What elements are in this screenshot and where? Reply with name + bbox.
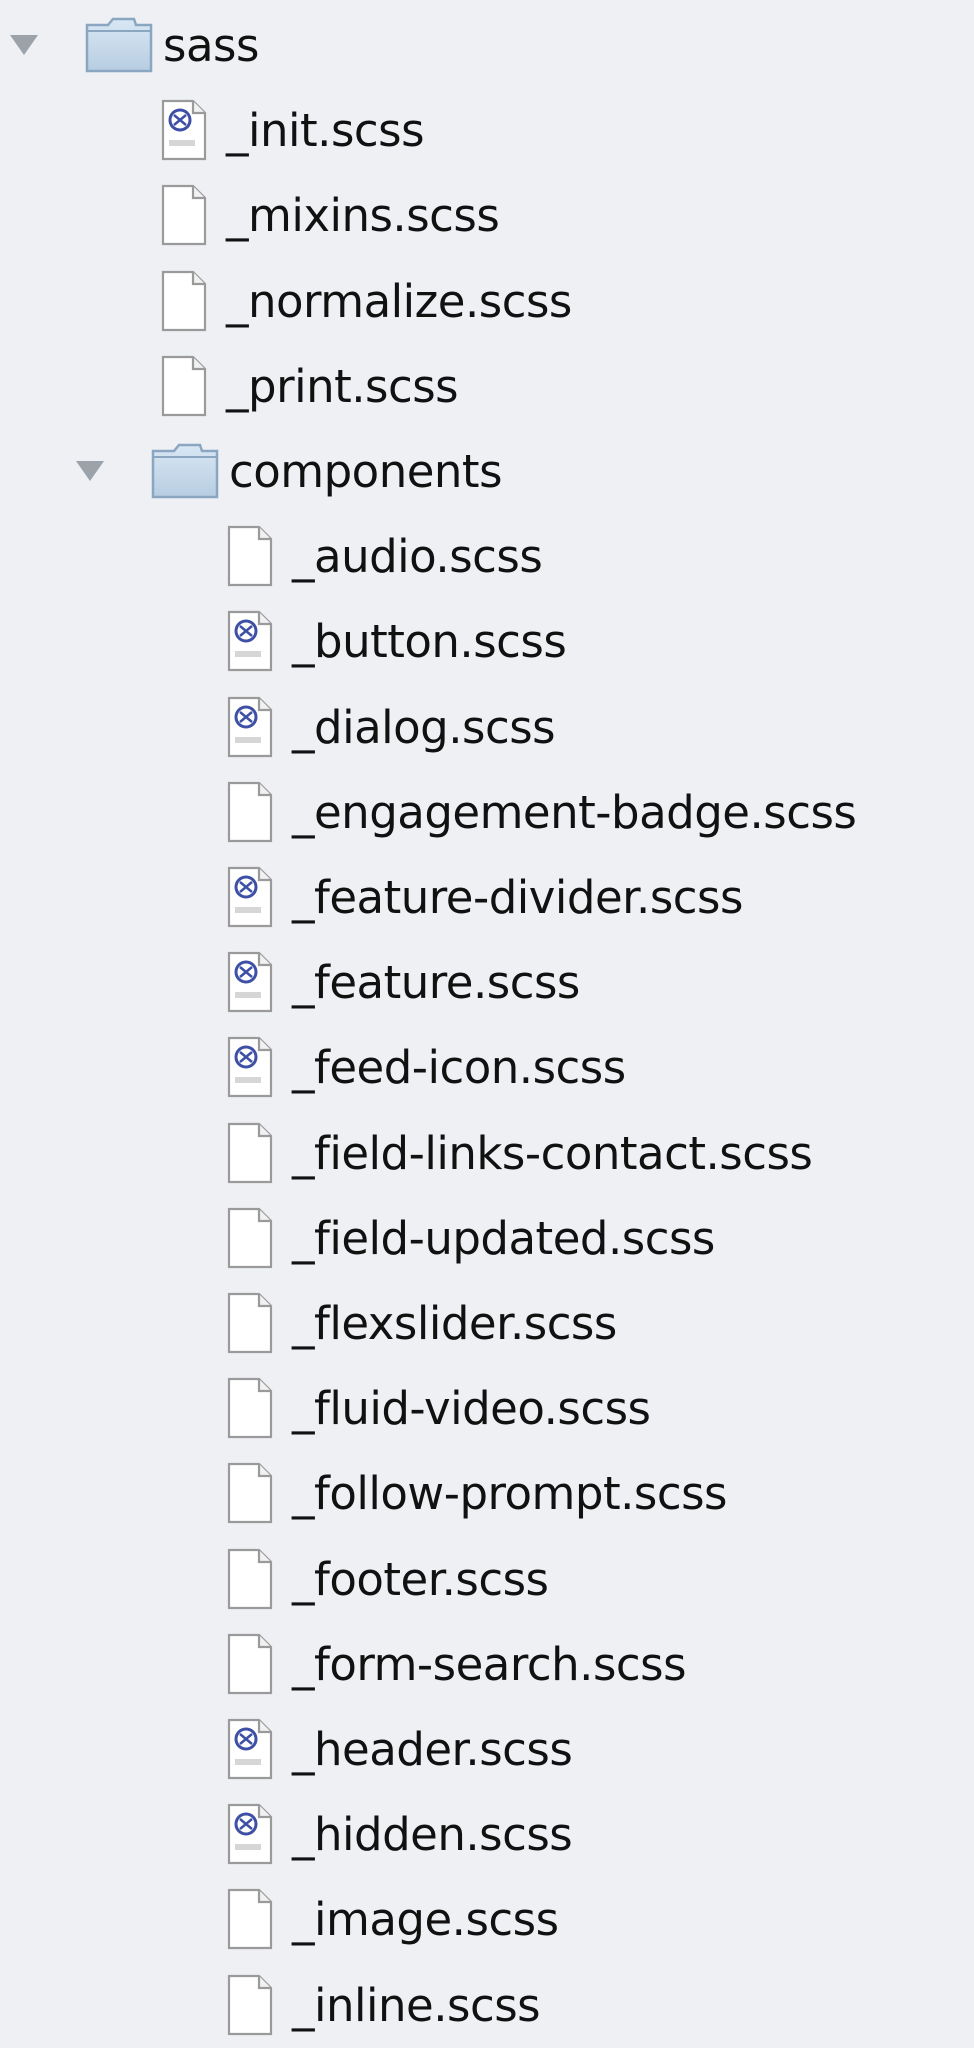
- file-name: _field-links-contact.scss: [292, 1126, 813, 1180]
- blank-file-icon: [226, 1887, 274, 1951]
- blank-file-icon: [226, 1632, 274, 1696]
- folder-icon: [150, 441, 220, 501]
- disclosure-triangle-icon[interactable]: [10, 35, 38, 55]
- file-name: _feed-icon.scss: [292, 1041, 626, 1095]
- blank-file-icon: [226, 1461, 274, 1525]
- tree-file-row[interactable]: _feed-icon.scss: [0, 1025, 974, 1110]
- sass-file-icon: [226, 865, 274, 929]
- folder-icon: [84, 15, 154, 75]
- tree-file-row[interactable]: _button.scss: [0, 599, 974, 684]
- file-name: _init.scss: [226, 104, 425, 158]
- blank-file-icon: [226, 1206, 274, 1270]
- file-name: _button.scss: [292, 615, 567, 669]
- blank-file-icon: [226, 524, 274, 588]
- file-tree: sass _init.scss _mixins.scss _normalize.…: [0, 0, 974, 2035]
- file-name: _hidden.scss: [292, 1808, 573, 1862]
- tree-file-row[interactable]: _feature.scss: [0, 940, 974, 1025]
- disclosure-triangle-icon[interactable]: [76, 461, 104, 481]
- tree-file-row[interactable]: _audio.scss: [0, 514, 974, 599]
- tree-file-row[interactable]: _engagement-badge.scss: [0, 770, 974, 855]
- tree-file-row[interactable]: _form-search.scss: [0, 1622, 974, 1707]
- sass-file-icon: [226, 695, 274, 759]
- blank-file-icon: [226, 780, 274, 844]
- tree-file-row[interactable]: _mixins.scss: [0, 173, 974, 258]
- folder-name: sass: [163, 19, 259, 72]
- file-name: _follow-prompt.scss: [292, 1467, 728, 1521]
- tree-file-row[interactable]: _footer.scss: [0, 1537, 974, 1622]
- blank-file-icon: [160, 183, 208, 247]
- tree-file-row[interactable]: _fluid-video.scss: [0, 1366, 974, 1451]
- file-name: _form-search.scss: [292, 1637, 687, 1691]
- file-name: _footer.scss: [292, 1552, 549, 1606]
- sass-file-icon: [226, 609, 274, 673]
- tree-file-row[interactable]: _print.scss: [0, 344, 974, 429]
- folder-name: components: [229, 445, 503, 498]
- file-name: _header.scss: [292, 1723, 573, 1776]
- tree-file-row[interactable]: _inline.scss: [0, 1963, 974, 2048]
- file-name: _feature.scss: [292, 956, 580, 1010]
- sass-file-icon: [226, 1035, 274, 1099]
- sass-file-icon: [226, 950, 274, 1014]
- tree-file-row[interactable]: _feature-divider.scss: [0, 855, 974, 940]
- blank-file-icon: [160, 354, 208, 418]
- file-name: _print.scss: [226, 359, 459, 413]
- tree-file-row[interactable]: _follow-prompt.scss: [0, 1451, 974, 1536]
- tree-folder-row[interactable]: sass: [0, 3, 974, 88]
- file-name: _normalize.scss: [226, 274, 572, 328]
- tree-file-row[interactable]: _flexslider.scss: [0, 1281, 974, 1366]
- file-name: _mixins.scss: [226, 189, 500, 243]
- tree-file-row[interactable]: _image.scss: [0, 1877, 974, 1962]
- tree-file-row[interactable]: _hidden.scss: [0, 1792, 974, 1877]
- file-name: _dialog.scss: [292, 700, 556, 754]
- file-name: _field-updated.scss: [292, 1211, 715, 1265]
- tree-file-row[interactable]: _field-links-contact.scss: [0, 1111, 974, 1196]
- file-name: _fluid-video.scss: [292, 1382, 651, 1436]
- tree-file-row[interactable]: _field-updated.scss: [0, 1196, 974, 1281]
- blank-file-icon: [226, 1291, 274, 1355]
- tree-file-row[interactable]: _header.scss: [0, 1707, 974, 1792]
- blank-file-icon: [160, 269, 208, 333]
- file-name: _audio.scss: [292, 530, 543, 584]
- file-name: _feature-divider.scss: [292, 871, 743, 924]
- tree-folder-row[interactable]: components: [0, 429, 974, 514]
- tree-file-row[interactable]: _init.scss: [0, 88, 974, 173]
- blank-file-icon: [226, 1376, 274, 1440]
- sass-file-icon: [160, 98, 208, 162]
- file-name: _inline.scss: [292, 1978, 541, 2032]
- sass-file-icon: [226, 1717, 274, 1781]
- blank-file-icon: [226, 1973, 274, 2037]
- blank-file-icon: [226, 1547, 274, 1611]
- tree-file-row[interactable]: _normalize.scss: [0, 259, 974, 344]
- file-name: _engagement-badge.scss: [292, 785, 857, 839]
- file-name: _image.scss: [292, 1893, 559, 1947]
- file-name: _flexslider.scss: [292, 1297, 617, 1350]
- tree-file-row[interactable]: _dialog.scss: [0, 685, 974, 770]
- blank-file-icon: [226, 1121, 274, 1185]
- sass-file-icon: [226, 1802, 274, 1866]
